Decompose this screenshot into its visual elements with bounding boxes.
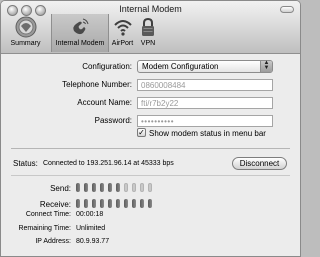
toolbar-label-internal-modem: Internal Modem (55, 40, 105, 47)
separator (11, 148, 290, 149)
show-status-checkbox[interactable]: ✓ (137, 128, 146, 137)
account-name-field[interactable]: fti/r7b2y22 (137, 97, 273, 109)
ip-address-label: IP Address: (35, 238, 71, 245)
toolbar-toggle-button[interactable] (280, 6, 294, 13)
toolbar-label-airport: AirPort (111, 40, 134, 47)
receive-label: Receive: (39, 200, 71, 209)
toolbar-item-internal-modem[interactable]: Internal Modem (51, 14, 109, 52)
password-label: Password: (94, 116, 132, 125)
configuration-popup[interactable]: Modem Configuration ▲ ▼ (137, 60, 273, 73)
vpn-lock-icon (142, 17, 154, 36)
toolbar-label-summary: Summary (10, 40, 41, 47)
separator (11, 175, 290, 176)
status-label: Status: (13, 159, 38, 168)
show-status-label: Show modem status in menu bar (149, 129, 266, 138)
toolbar-item-summary[interactable]: Summary (1, 14, 50, 52)
telephone-number-label: Telephone Number: (62, 80, 132, 89)
remaining-time-label: Remaining Time: (18, 225, 71, 232)
activity-bar (100, 183, 104, 192)
modem-icon (73, 18, 89, 35)
ip-address-value: 80.9.93.77 (76, 238, 110, 245)
telephone-number-field[interactable]: 0860008484 (137, 79, 273, 91)
activity-bar (116, 183, 120, 192)
summary-icon (15, 16, 36, 38)
connect-time-label: Connect Time: (25, 211, 71, 218)
activity-bar (92, 199, 96, 208)
password-field[interactable]: •••••••••• (137, 115, 273, 127)
activity-bar (76, 183, 80, 192)
activity-bar (132, 183, 136, 192)
activity-bar (148, 183, 152, 192)
configuration-value: Modem Configuration (142, 62, 219, 71)
window-title: Internal Modem (119, 4, 182, 14)
toolbar-label-vpn: VPN (140, 40, 156, 47)
activity-bar (132, 199, 136, 208)
airport-icon (113, 20, 132, 36)
activity-bar (100, 199, 104, 208)
toolbar-item-vpn[interactable]: VPN (137, 14, 159, 52)
activity-bar (148, 199, 152, 208)
activity-bar (84, 183, 88, 192)
activity-bar (76, 199, 80, 208)
account-name-label: Account Name: (77, 98, 132, 107)
activity-bar (140, 199, 144, 208)
modem-settings-panel: Configuration: Modem Configuration ▲ ▼ Te… (1, 54, 300, 256)
popup-arrows-icon: ▲ ▼ (260, 60, 272, 72)
send-label: Send: (50, 184, 71, 193)
status-text: Connected to 193.251.96.14 at 45333 bps (43, 160, 174, 167)
configuration-label: Configuration: (82, 62, 132, 71)
activity-bar (124, 183, 128, 192)
activity-bar (124, 199, 128, 208)
disconnect-button[interactable]: Disconnect (232, 157, 287, 170)
activity-bar (140, 183, 144, 192)
activity-bar (84, 199, 88, 208)
activity-bar (108, 183, 112, 192)
activity-bar (92, 183, 96, 192)
toolbar-item-airport[interactable]: AirPort (108, 14, 137, 52)
title-bar: Internal Modem Summary Internal Modem Ai… (1, 1, 300, 54)
connect-time-value: 00:00:18 (76, 211, 104, 218)
activity-bar (108, 199, 112, 208)
remaining-time-value: Unlimited (76, 225, 106, 232)
internet-connect-window: Internal Modem Summary Internal Modem Ai… (0, 0, 301, 257)
activity-bar (116, 199, 120, 208)
